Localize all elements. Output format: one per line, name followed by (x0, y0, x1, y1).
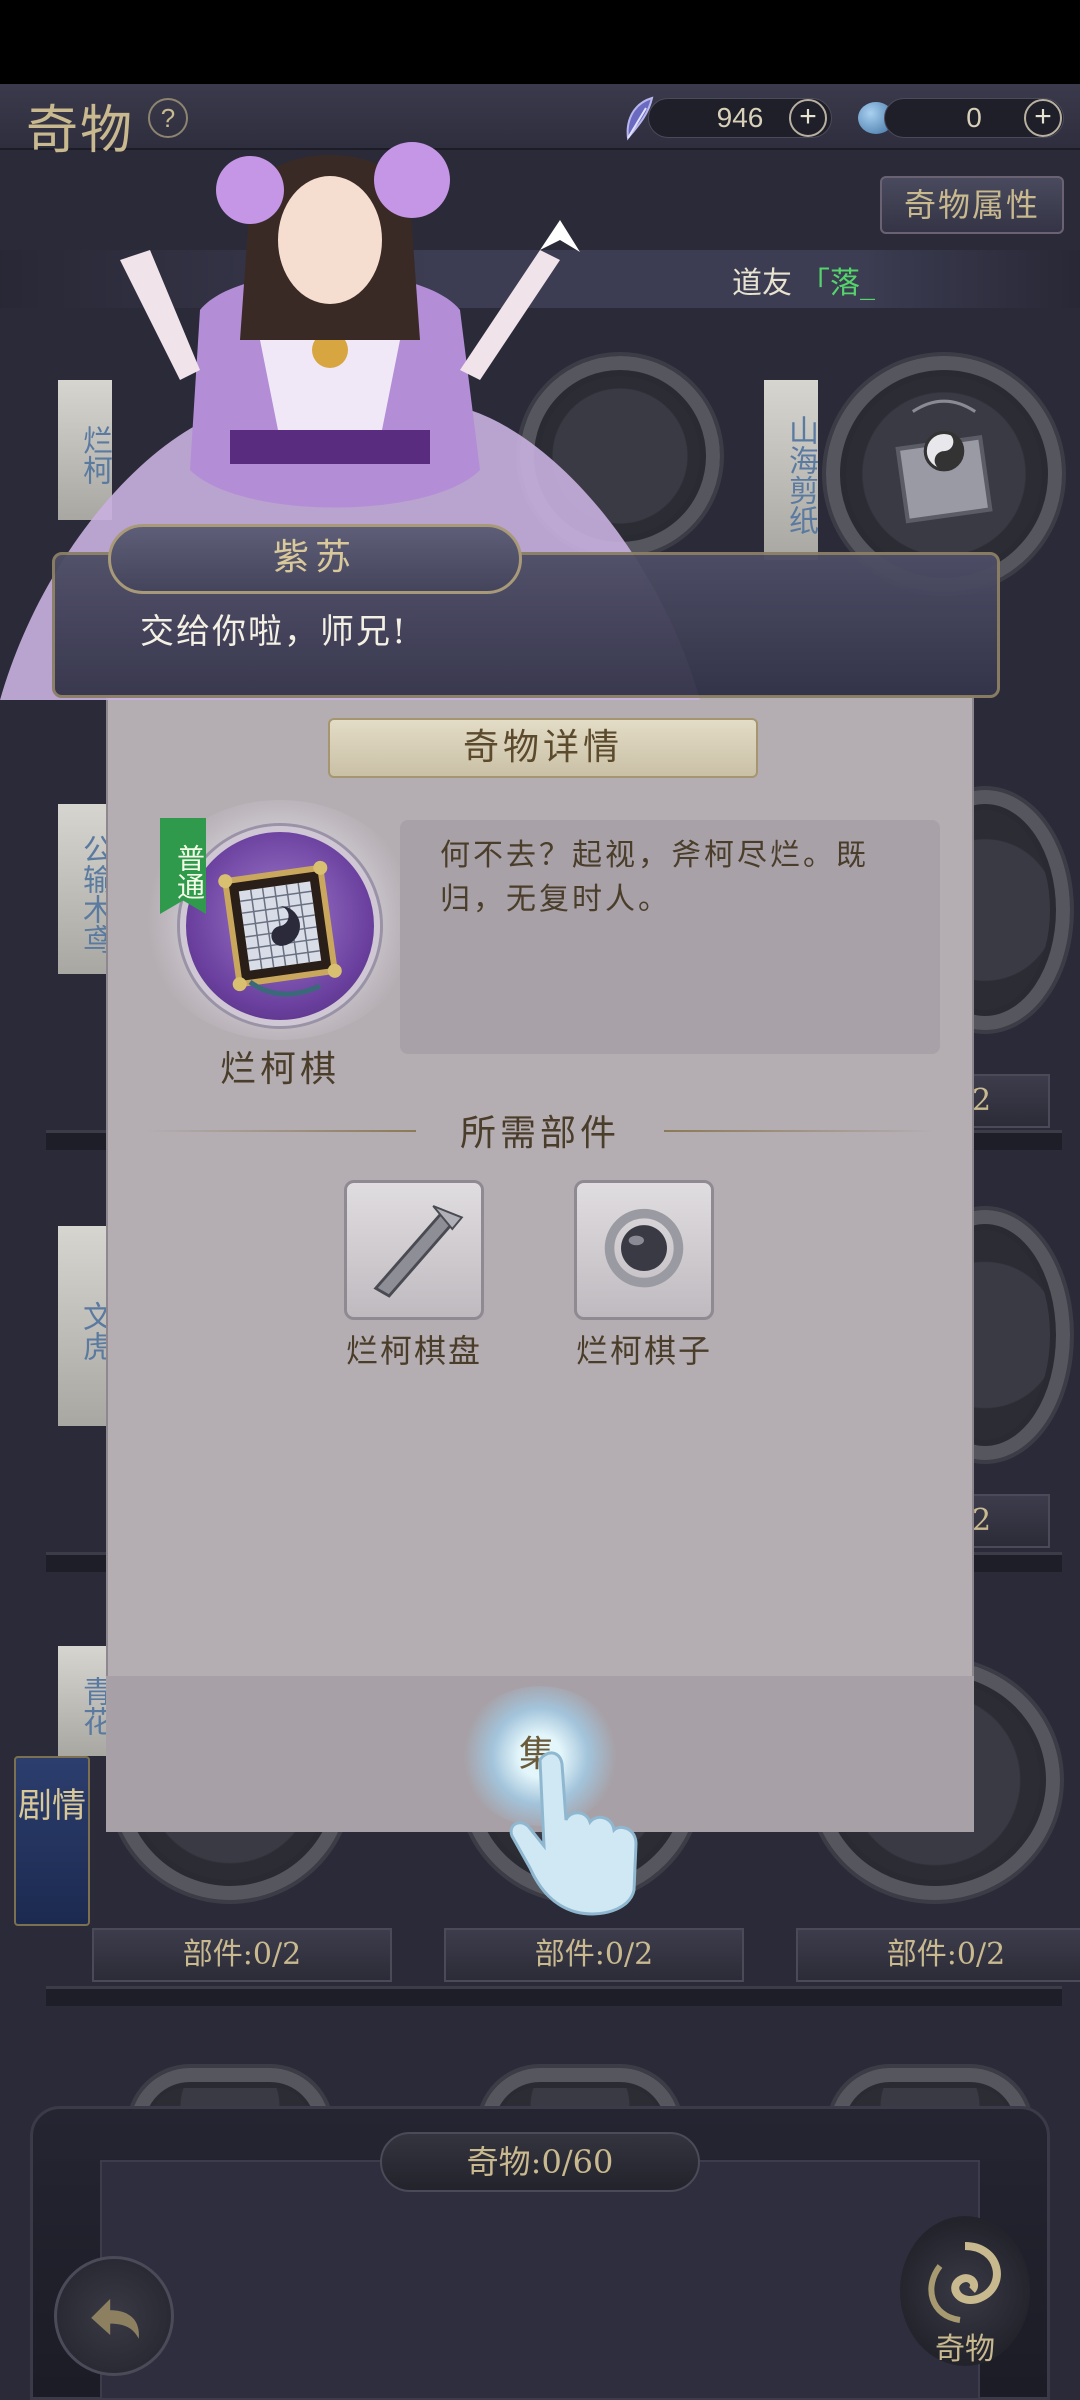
ticker-prefix: 道友 (732, 266, 792, 301)
grid-label[interactable]: 文虎 (58, 1226, 112, 1426)
status-bar (0, 0, 1080, 84)
grid-parts-count: 部件:0/2 (92, 1928, 392, 1982)
collection-total: 奇物:0/60 (380, 2132, 700, 2192)
story-tab[interactable]: 剧情 (14, 1756, 90, 1926)
item-description: 何不去？起视，斧柯尽烂。既归，无复时人。 (440, 838, 869, 917)
detail-title: 奇物详情 (328, 718, 758, 778)
attributes-button[interactable]: 奇物属性 (880, 176, 1064, 234)
parts-title: 所需部件 (459, 1113, 620, 1154)
currency2-add-button[interactable]: + (1024, 99, 1062, 137)
shelf (46, 1986, 1062, 2006)
go-board-icon (218, 860, 342, 997)
grid-label[interactable]: 公输木鸢 (58, 804, 112, 974)
scroll-artifact-icon (895, 399, 993, 524)
part-label: 烂柯棋子 (575, 1332, 712, 1370)
currency1-add-button[interactable]: + (789, 99, 827, 137)
go-stone-icon (604, 1208, 684, 1288)
part-tile-board[interactable] (344, 1180, 484, 1320)
bottom-inner (100, 2160, 980, 2400)
part-label: 烂柯棋盘 (345, 1332, 482, 1370)
rarity-tag: 普通 (160, 818, 206, 914)
divider-right (664, 1130, 934, 1132)
help-button[interactable]: ? (148, 98, 188, 138)
ticker-player-name: 「落_ (800, 266, 875, 301)
speaker-name: 紫苏 (108, 524, 522, 594)
tutorial-hand-icon (509, 1751, 638, 1916)
dialogue-text: 交给你啦，师兄! (140, 612, 408, 652)
grid-label[interactable]: 青花 (58, 1646, 112, 1756)
nav-qiwu-label: 奇物 (935, 2332, 995, 2367)
back-button[interactable] (54, 2256, 174, 2376)
item-name: 烂柯棋 (219, 1049, 340, 1090)
grid-parts-count: 部件:0/2 (796, 1928, 1080, 1982)
part-tile-stones[interactable] (574, 1180, 714, 1320)
grid-label[interactable]: 山海剪纸 (764, 380, 818, 560)
back-arrow-icon (91, 2298, 139, 2339)
grid-parts-count: 部件:0/2 (444, 1928, 744, 1982)
divider-left (146, 1130, 416, 1132)
broken-axe-handle-icon (373, 1205, 464, 1298)
